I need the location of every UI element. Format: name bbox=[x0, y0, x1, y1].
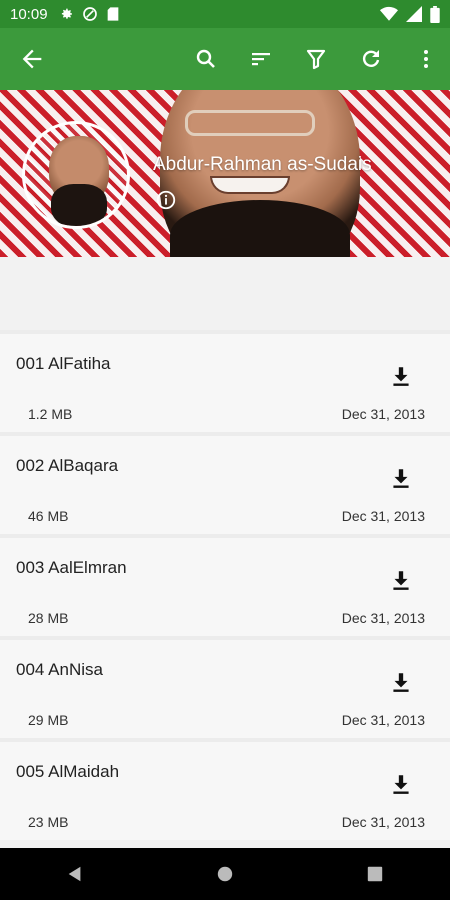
reciter-avatar bbox=[22, 121, 130, 229]
screen: 10:09 Abdur-Rahman as-Sudais 001 AlFatih… bbox=[0, 0, 450, 900]
track-list: 001 AlFatiha 1.2 MB Dec 31, 2013 002 AlB… bbox=[0, 330, 450, 840]
system-nav-bar bbox=[0, 848, 450, 900]
track-date: Dec 31, 2013 bbox=[341, 712, 425, 728]
nav-recents-button[interactable] bbox=[355, 854, 395, 894]
status-right-icons bbox=[380, 5, 440, 23]
download-icon bbox=[393, 469, 409, 488]
track-item[interactable]: 005 AlMaidah 23 MB Dec 31, 2013 bbox=[0, 738, 450, 840]
more-options-button[interactable] bbox=[412, 45, 440, 73]
sd-card-icon bbox=[107, 7, 118, 21]
reciter-info-button[interactable] bbox=[155, 189, 177, 211]
track-date: Dec 31, 2013 bbox=[341, 508, 425, 524]
filter-button[interactable] bbox=[302, 45, 330, 73]
toolbar-actions bbox=[192, 45, 440, 73]
track-size: 1.2 MB bbox=[28, 406, 73, 422]
track-size: 46 MB bbox=[28, 508, 69, 524]
download-icon bbox=[393, 367, 409, 386]
track-item[interactable]: 004 AnNisa 29 MB Dec 31, 2013 bbox=[0, 636, 450, 738]
refresh-icon bbox=[362, 50, 380, 67]
settings-icon bbox=[61, 8, 72, 19]
nav-back-button[interactable] bbox=[55, 854, 95, 894]
sort-icon bbox=[252, 53, 270, 66]
download-button[interactable] bbox=[388, 670, 414, 696]
track-size: 29 MB bbox=[28, 712, 69, 728]
download-icon bbox=[393, 673, 409, 692]
track-date: Dec 31, 2013 bbox=[341, 406, 425, 422]
track-title: 005 AlMaidah bbox=[16, 762, 120, 781]
info-icon bbox=[156, 190, 176, 210]
track-title: 002 AlBaqara bbox=[16, 456, 119, 475]
reciter-name: Abdur-Rahman as-Sudais bbox=[153, 154, 372, 175]
wifi-icon bbox=[380, 6, 398, 21]
sort-button[interactable] bbox=[247, 45, 275, 73]
avatar-beard-shape bbox=[51, 184, 107, 226]
download-button[interactable] bbox=[388, 364, 414, 390]
track-size: 23 MB bbox=[28, 814, 69, 830]
nav-back-icon bbox=[68, 866, 81, 882]
track-title: 001 AlFatiha bbox=[16, 354, 111, 373]
banner-glasses-shape bbox=[185, 110, 315, 136]
status-time: 10:09 bbox=[10, 5, 48, 23]
banner-smile-shape bbox=[210, 176, 290, 194]
back-button[interactable] bbox=[18, 45, 46, 73]
app-bar bbox=[0, 28, 450, 90]
track-date: Dec 31, 2013 bbox=[341, 814, 425, 830]
track-size: 28 MB bbox=[28, 610, 69, 626]
signal-icon bbox=[406, 6, 422, 22]
track-item[interactable]: 001 AlFatiha 1.2 MB Dec 31, 2013 bbox=[0, 330, 450, 432]
track-title: 004 AnNisa bbox=[16, 660, 103, 679]
nav-home-button[interactable] bbox=[205, 854, 245, 894]
download-button[interactable] bbox=[388, 568, 414, 594]
nav-recents-icon bbox=[367, 866, 383, 882]
nav-home-icon bbox=[217, 866, 233, 882]
download-icon bbox=[393, 571, 409, 590]
battery-icon bbox=[430, 5, 440, 23]
download-button[interactable] bbox=[388, 466, 414, 492]
track-item[interactable]: 002 AlBaqara 46 MB Dec 31, 2013 bbox=[0, 432, 450, 534]
track-date: Dec 31, 2013 bbox=[341, 610, 425, 626]
download-icon bbox=[393, 775, 409, 794]
track-title: 003 AalElmran bbox=[16, 558, 127, 577]
status-bar: 10:09 bbox=[0, 0, 450, 28]
arrow-back-icon bbox=[22, 49, 42, 69]
status-left-icons bbox=[58, 6, 120, 22]
search-icon bbox=[196, 49, 215, 68]
refresh-button[interactable] bbox=[357, 45, 385, 73]
vpn-icon bbox=[82, 7, 97, 21]
download-button[interactable] bbox=[388, 772, 414, 798]
more-vert-icon bbox=[424, 50, 428, 68]
filter-icon bbox=[306, 49, 326, 70]
search-button[interactable] bbox=[192, 45, 220, 73]
track-item[interactable]: 003 AalElmran 28 MB Dec 31, 2013 bbox=[0, 534, 450, 636]
